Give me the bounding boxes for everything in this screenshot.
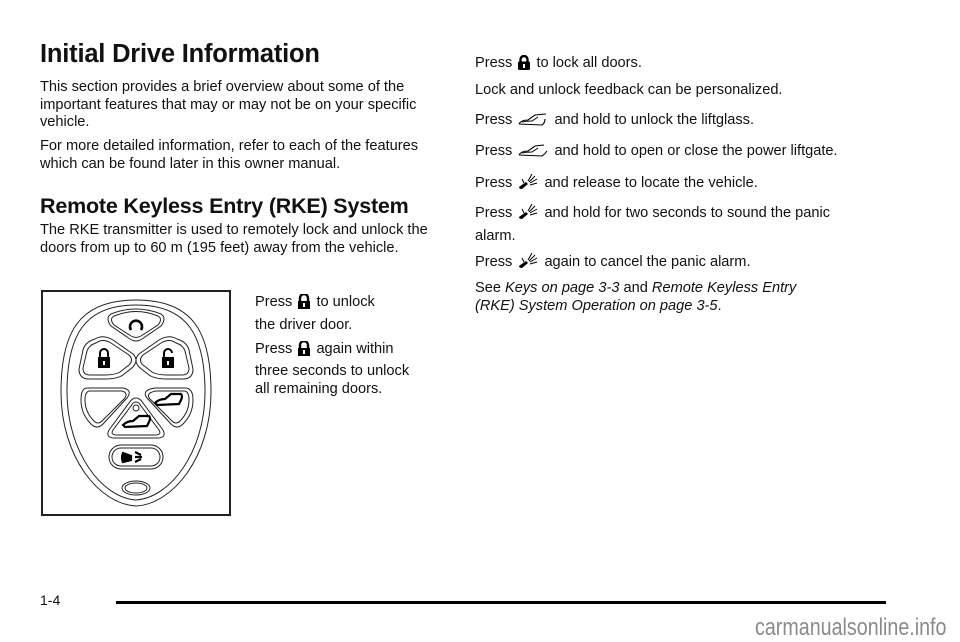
text: Press bbox=[475, 55, 513, 71]
see-also: See Keys on page 3-3 and Remote Keyless … bbox=[475, 280, 895, 315]
link-rke-operation[interactable]: (RKE) System Operation on page 3-5 bbox=[475, 298, 718, 314]
footer-rule bbox=[116, 601, 886, 604]
lock-instruction: Press to lock all doors. bbox=[475, 54, 895, 76]
liftgate-icon bbox=[518, 144, 548, 164]
remote-start-button bbox=[107, 308, 165, 342]
text: to lock all doors. bbox=[536, 55, 642, 71]
text: Press bbox=[475, 112, 513, 128]
feedback-text: Lock and unlock feedback can be personal… bbox=[475, 82, 783, 98]
text: and hold to unlock the liftglass. bbox=[554, 112, 755, 128]
text: Press bbox=[475, 175, 513, 191]
watermark: carmanualsonline.info bbox=[754, 614, 946, 641]
text: again within bbox=[316, 341, 394, 357]
text: See bbox=[475, 280, 501, 296]
unlock-icon bbox=[298, 292, 311, 315]
rke-transmitter-illustration bbox=[60, 299, 212, 507]
liftglass-icon bbox=[518, 113, 548, 133]
indicator-light bbox=[132, 404, 140, 412]
section-heading: Remote Keyless Entry (RKE) System bbox=[40, 194, 409, 218]
text: Press bbox=[475, 254, 513, 270]
text: and hold to open or close the power lift… bbox=[554, 143, 838, 159]
page-number: 1-4 bbox=[40, 592, 61, 608]
rke-transmitter-figure bbox=[41, 290, 231, 516]
text: all remaining doors. bbox=[255, 381, 383, 397]
section-paragraph: The RKE transmitter is used to remotely … bbox=[40, 222, 428, 256]
link-text[interactable]: Keys on page 3-3 bbox=[505, 280, 619, 296]
text: Press bbox=[255, 294, 293, 310]
unlock-instructions: Press to unlock the driver door. Press a… bbox=[255, 292, 455, 398]
intro-paragraph-2: For more detailed information, refer to … bbox=[40, 138, 419, 172]
text: and bbox=[623, 280, 648, 296]
horn-icon bbox=[518, 203, 538, 226]
text: alarm. bbox=[475, 227, 516, 244]
horn-icon bbox=[518, 173, 538, 196]
text: . bbox=[717, 297, 722, 314]
panic-instruction: Press and hold for two seconds to sound … bbox=[475, 203, 895, 245]
text: the driver door. bbox=[255, 317, 353, 333]
link-keys[interactable]: Keys on page 3-3 bbox=[505, 280, 619, 296]
horn-icon bbox=[518, 252, 538, 275]
text: and hold for two seconds to sound the pa… bbox=[544, 205, 831, 221]
intro-paragraph-1: This section provides a brief overview a… bbox=[40, 79, 417, 130]
text: and release to locate the vehicle. bbox=[544, 175, 758, 191]
lock-icon bbox=[518, 54, 531, 76]
liftglass-instruction: Press and hold to unlock the liftglass. bbox=[475, 112, 895, 133]
text: Press bbox=[475, 143, 513, 159]
cancel-instruction: Press again to cancel the panic alarm. bbox=[475, 252, 895, 275]
text: three seconds to unlock bbox=[255, 363, 410, 379]
text: Press bbox=[475, 205, 513, 221]
link-rke-operation[interactable]: Remote Keyless Entry bbox=[652, 280, 796, 296]
text: to unlock bbox=[316, 294, 375, 310]
locate-instruction: Press and release to locate the vehicle. bbox=[475, 173, 895, 196]
liftgate-instruction: Press and hold to open or close the powe… bbox=[475, 143, 905, 164]
page-title: Initial Drive Information bbox=[40, 40, 320, 68]
unlock-icon bbox=[298, 339, 311, 362]
text: Press bbox=[255, 341, 293, 357]
text: again to cancel the panic alarm. bbox=[544, 254, 751, 270]
